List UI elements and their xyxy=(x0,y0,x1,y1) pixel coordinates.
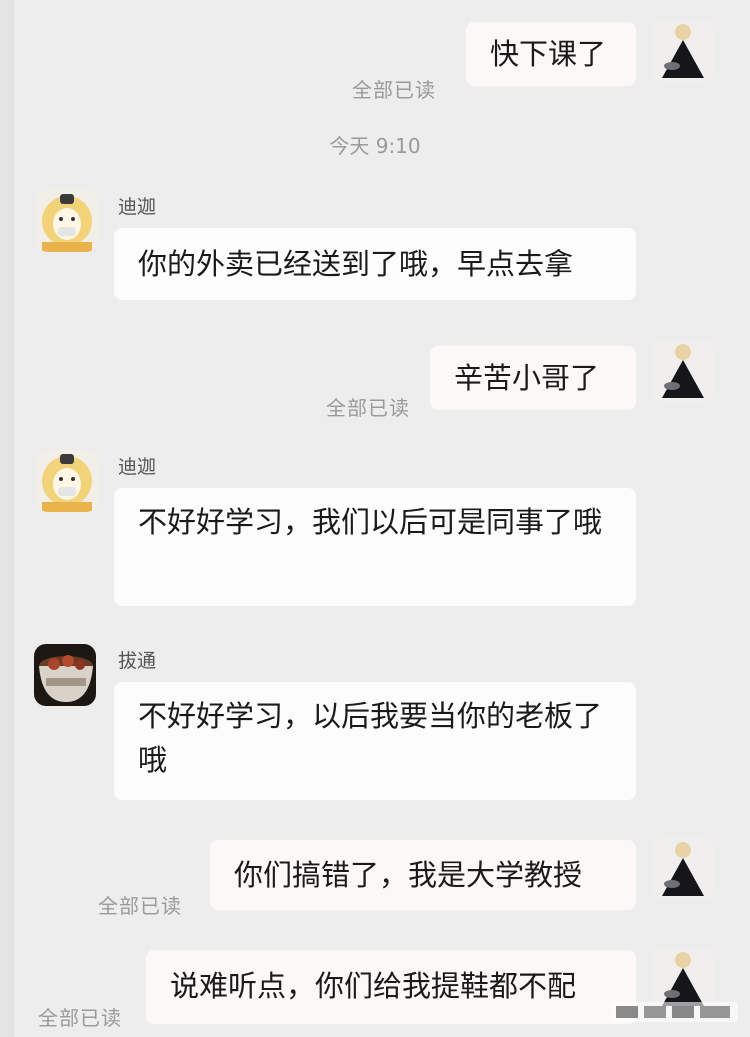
message-bubble[interactable]: 说难听点，你们给我提鞋都不配 xyxy=(146,950,636,1024)
robed-figure-avatar-icon xyxy=(652,838,714,900)
chat-screen: 快下课了 全部已读 今天 9:10 迪迦 你的外卖已经送到了哦，早点去拿 辛苦小… xyxy=(0,0,750,1037)
message-bubble[interactable]: 你们搞错了，我是大学教授 xyxy=(210,840,636,910)
message-bubble[interactable]: 辛苦小哥了 xyxy=(430,346,636,410)
robed-figure-avatar-icon xyxy=(652,340,714,402)
ultraman-face-avatar-icon xyxy=(36,450,98,512)
self-avatar[interactable] xyxy=(652,838,714,900)
message-bubble[interactable]: 快下课了 xyxy=(466,22,636,86)
message-bubble[interactable]: 不好好学习，以后我要当你的老板了哦 xyxy=(114,682,636,800)
message-bubble[interactable]: 你的外卖已经送到了哦，早点去拿 xyxy=(114,228,636,300)
read-receipt: 全部已读 xyxy=(352,78,436,102)
food-bowl-avatar-icon xyxy=(34,644,96,706)
self-avatar[interactable] xyxy=(652,20,714,82)
read-receipt: 全部已读 xyxy=(98,894,182,918)
contact-avatar[interactable] xyxy=(36,450,98,512)
read-receipt: 全部已读 xyxy=(326,396,410,420)
timestamp: 今天 9:10 xyxy=(329,134,421,158)
watermark-icon xyxy=(610,1000,738,1024)
sender-name: 迪迦 xyxy=(118,196,157,218)
sender-name: 迪迦 xyxy=(118,456,157,478)
robed-figure-avatar-icon xyxy=(652,20,714,82)
sender-name: 拔通 xyxy=(118,650,157,672)
message-bubble[interactable]: 不好好学习，我们以后可是同事了哦 xyxy=(114,488,636,606)
ultraman-face-avatar-icon xyxy=(36,190,98,252)
read-receipt: 全部已读 xyxy=(38,1006,122,1030)
contact-avatar[interactable] xyxy=(34,644,96,706)
self-avatar[interactable] xyxy=(652,340,714,402)
contact-avatar[interactable] xyxy=(36,190,98,252)
